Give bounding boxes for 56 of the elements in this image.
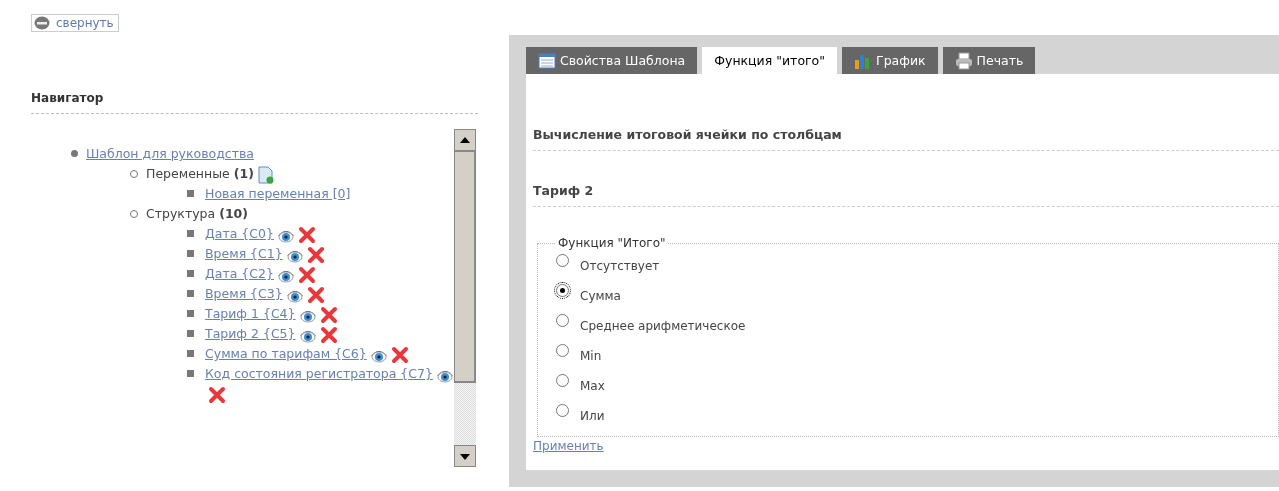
navigator-title: Навигатор xyxy=(31,91,478,114)
tab[interactable]: Печать xyxy=(942,47,1036,74)
delete-icon[interactable] xyxy=(208,385,226,404)
delete-icon[interactable] xyxy=(319,305,338,324)
collapse-icon xyxy=(34,16,50,30)
scrollbar[interactable] xyxy=(454,129,476,467)
tree-link[interactable]: Тариф 1 {C4} xyxy=(205,306,296,321)
delete-icon[interactable] xyxy=(297,265,316,284)
bullet-icon xyxy=(187,250,194,257)
tree-label: Переменные xyxy=(146,166,230,181)
bullet-icon xyxy=(71,150,78,157)
printer-icon xyxy=(954,51,973,70)
delete-icon[interactable] xyxy=(390,345,409,364)
scrollbar-thumb[interactable] xyxy=(454,151,476,383)
tab[interactable]: Свойства Шаблона xyxy=(526,47,698,74)
delete-icon[interactable] xyxy=(306,245,325,264)
bullet-icon xyxy=(130,170,138,178)
delete-icon[interactable] xyxy=(297,225,316,244)
column-title: Тариф 2 xyxy=(533,183,1279,207)
bullet-icon xyxy=(187,350,194,357)
section-heading: Вычисление итоговой ячейки по столбцам xyxy=(533,127,1279,151)
tree-link[interactable]: Дата {C0} xyxy=(205,226,274,241)
tree-link[interactable]: Новая переменная [0] xyxy=(205,186,351,201)
option-label: Сумма xyxy=(580,289,621,303)
tree-link[interactable]: Время {C1} xyxy=(205,246,283,261)
tree-label: Структура xyxy=(146,206,216,221)
table-icon xyxy=(538,51,556,70)
delete-icon[interactable] xyxy=(319,325,338,344)
tree-link[interactable]: Тариф 2 {C5} xyxy=(205,326,296,341)
option-label: Min xyxy=(580,349,602,363)
bullet-icon xyxy=(187,330,194,337)
option-label: Max xyxy=(580,379,605,393)
item-count: (1) xyxy=(233,166,254,181)
bullet-icon xyxy=(187,370,194,377)
tree-link[interactable]: Шаблон для руководства xyxy=(86,146,254,161)
apply-link[interactable]: Применить xyxy=(533,439,604,453)
bullet-icon xyxy=(187,270,194,277)
tree-link[interactable]: Код состояния регистратора {C7} xyxy=(205,366,433,381)
tree-link[interactable]: Дата {C2} xyxy=(205,266,274,281)
tree-link[interactable]: Сумма по тарифам {C6} xyxy=(205,346,367,361)
bullet-icon xyxy=(130,210,138,218)
bullet-icon xyxy=(187,230,194,237)
fieldset-legend: Функция "Итого" xyxy=(556,236,668,250)
option-label: Среднее арифметическое xyxy=(580,319,746,333)
tab[interactable]: График xyxy=(842,47,938,74)
option-label: Отсутствует xyxy=(580,259,660,273)
option-label: Или xyxy=(580,409,605,423)
collapse-button[interactable]: свернуть xyxy=(31,14,119,32)
item-count: (10) xyxy=(219,206,248,221)
tab[interactable]: Функция "итого" xyxy=(702,47,837,74)
bullet-icon xyxy=(187,310,194,317)
delete-icon[interactable] xyxy=(306,285,325,304)
tree-link[interactable]: Время {C3} xyxy=(205,286,283,301)
bullet-icon xyxy=(187,190,194,197)
bullet-icon xyxy=(187,290,194,297)
add-document-icon[interactable] xyxy=(256,165,274,184)
